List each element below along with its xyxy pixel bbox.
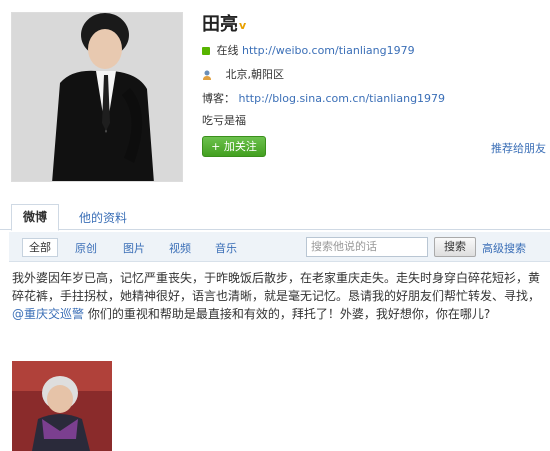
tab-weibo[interactable]: 微博	[11, 204, 59, 231]
location-text: 北京,朝阳区	[225, 68, 285, 81]
post-image[interactable]	[12, 361, 112, 451]
weibo-post-text: 我外婆因年岁已高，记忆严重丧失，于昨晚饭后散步，在老家重庆走失。走失时身穿白碎花…	[12, 269, 544, 323]
filter-music[interactable]: 音乐	[215, 240, 237, 256]
user-location-icon	[203, 70, 211, 80]
recommend-to-friend-link[interactable]: 推荐给朋友	[491, 140, 546, 156]
filter-bar: 全部 原创 图片 视频 音乐 搜索他说的话 搜索 高级搜索	[9, 232, 550, 262]
blog-label: 博客：	[202, 92, 235, 105]
blog-url-link[interactable]: http://blog.sina.com.cn/tianliang1979	[239, 92, 446, 105]
online-label: 在线	[216, 44, 239, 57]
verified-badge-icon: v	[239, 18, 247, 32]
advanced-search-link[interactable]: 高级搜索	[482, 240, 526, 256]
post-text-before: 我外婆因年岁已高，记忆严重丧失，于昨晚饭后散步，在老家重庆走失。走失时身穿白碎花…	[12, 271, 541, 303]
search-button[interactable]: 搜索	[434, 237, 476, 257]
profile-bio: 吃亏是福	[202, 114, 246, 127]
profile-tabs: 微博 他的资料	[0, 200, 550, 231]
weibo-url-link[interactable]: http://weibo.com/tianliang1979	[242, 44, 415, 57]
profile-name: 田亮v	[202, 10, 246, 36]
tab-profile-info[interactable]: 他的资料	[79, 209, 127, 226]
online-status-icon	[202, 47, 210, 55]
filter-original[interactable]: 原创	[75, 240, 97, 256]
profile-name-text: 田亮	[202, 14, 238, 35]
filter-video[interactable]: 视频	[169, 240, 191, 256]
filter-images[interactable]: 图片	[123, 240, 145, 256]
mention-link[interactable]: @重庆交巡警	[12, 307, 84, 321]
post-text-after: 你们的重视和帮助是最直接和有效的，拜托了！外婆，我好想你，你在哪儿?	[84, 307, 491, 321]
follow-button[interactable]: + 加关注	[202, 136, 266, 157]
profile-avatar[interactable]	[11, 12, 183, 182]
search-input[interactable]: 搜索他说的话	[306, 237, 428, 257]
filter-all-button[interactable]: 全部	[22, 238, 58, 257]
blog-row: 博客： http://blog.sina.com.cn/tianliang197…	[202, 90, 445, 106]
online-row: 在线 http://weibo.com/tianliang1979	[202, 42, 415, 58]
location-row: 北京,朝阳区	[202, 66, 284, 82]
